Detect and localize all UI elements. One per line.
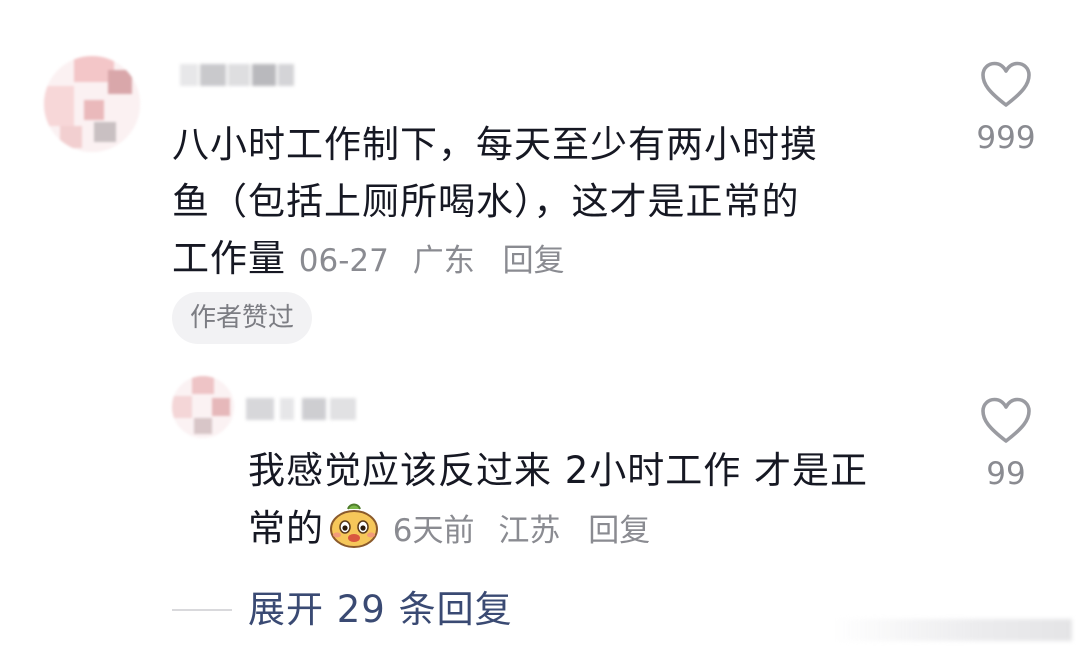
comment-region: 江苏 [498, 513, 561, 549]
reply-button[interactable]: 回复 [503, 243, 565, 279]
comment-line: 八小时工作制下，每天至少有两小时摸 [172, 123, 818, 166]
expand-divider [172, 609, 232, 611]
comment-date: 6天前 [392, 513, 475, 549]
comment-line: 常的 [248, 507, 324, 550]
like-count: 999 [976, 120, 1036, 156]
heart-icon [981, 61, 1031, 107]
comment-line: 鱼（包括上厕所喝水），这才是正常的 [172, 180, 800, 223]
expand-replies-button[interactable]: 展开 29 条回复 [248, 585, 513, 635]
comment-line: 工作量 [172, 237, 286, 280]
comment-text: 我感觉应该反过来 2小时工作 才是正 常的 6天前 江苏 回复 [248, 442, 868, 560]
avatar[interactable] [44, 56, 140, 152]
comment-text: 八小时工作制下，每天至少有两小时摸 鱼（包括上厕所喝水），这才是正常的 工作量 … [172, 116, 818, 290]
cute-emoji-icon [330, 503, 378, 548]
reply-button[interactable]: 回复 [588, 513, 650, 549]
comment-region: 广东 [412, 243, 475, 279]
comment-line: 我感觉应该反过来 2小时工作 才是正 [248, 449, 869, 492]
username[interactable] [246, 398, 358, 420]
heart-icon [981, 397, 1031, 443]
like-button[interactable]: 999 [961, 60, 1051, 156]
username[interactable] [180, 64, 296, 86]
like-count: 99 [986, 456, 1026, 492]
like-button[interactable]: 99 [961, 396, 1051, 492]
comment-date: 06-27 [298, 243, 389, 279]
author-liked-badge: 作者赞过 [172, 292, 313, 344]
avatar[interactable] [172, 376, 234, 438]
watermark [832, 619, 1072, 641]
